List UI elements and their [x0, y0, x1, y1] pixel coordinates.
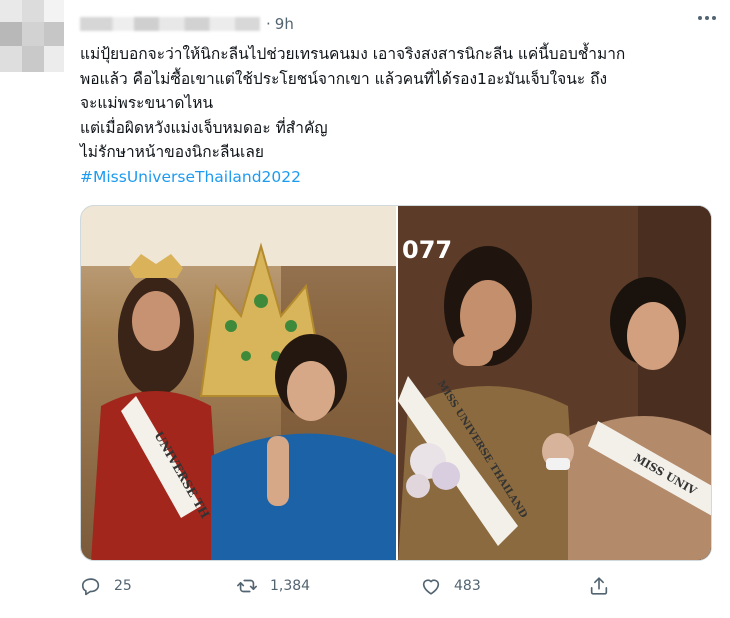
share-icon	[590, 577, 608, 595]
reply-icon	[81, 578, 100, 596]
tweet-header: · 9h	[80, 12, 294, 36]
tweet-timestamp[interactable]: 9h	[275, 15, 294, 33]
avatar-pixel	[44, 46, 64, 72]
reply-count: 25	[114, 578, 132, 594]
tweet-text-line: จะแม่พระขนาดไหน	[80, 94, 214, 112]
share-button[interactable]	[588, 575, 610, 597]
avatar-pixel	[44, 0, 64, 22]
avatar-pixel	[22, 0, 44, 22]
reply-button[interactable]: 25	[80, 575, 132, 597]
avatar-pixel	[0, 0, 22, 22]
avatar-pixel	[22, 46, 44, 72]
retweet-icon	[237, 579, 257, 593]
photo-left[interactable]: UNIVERSE TH	[81, 206, 396, 560]
avatar-pixel	[0, 22, 22, 46]
avatar-pixel	[0, 46, 22, 72]
tweet-text-line: พอแล้ว คือไม่ซื้อเขาแต่ใช้ประโยชน์จากเขา…	[80, 69, 608, 88]
avatar-pixel	[22, 22, 44, 46]
like-count: 483	[454, 578, 481, 594]
action-bar: 25 1,384 483	[80, 575, 640, 605]
hashtag-link[interactable]: #MissUniverseThailand2022	[80, 165, 720, 190]
tweet-media[interactable]: UNIVERSE TH 077 MISS UNIVERSE THAILAND M…	[80, 205, 712, 561]
overlay-number: 077	[402, 236, 453, 264]
photo-left-scene	[81, 206, 396, 560]
retweet-button[interactable]: 1,384	[236, 575, 310, 597]
retweet-count: 1,384	[270, 578, 311, 594]
user-name-redacted[interactable]	[80, 17, 260, 31]
tweet-text-line: แม่ปุ้ยบอกจะว่าให้นิกะลีนไปช่วยเทรนคนมง …	[80, 45, 626, 63]
tweet-text-line: แต่เมื่อผิดหวังแม่งเจ็บหมดอะ ที่สำคัญ	[80, 118, 328, 137]
avatar[interactable]	[0, 0, 64, 72]
heart-icon	[422, 579, 440, 595]
more-icon[interactable]	[698, 16, 716, 20]
tweet-text-line: ไม่รักษาหน้าของนิกะลีนเลย	[80, 143, 264, 161]
tweet-text: แม่ปุ้ยบอกจะว่าให้นิกะลีนไปช่วยเทรนคนมง …	[80, 42, 720, 189]
avatar-pixel	[44, 22, 64, 46]
photo-right[interactable]: 077 MISS UNIVERSE THAILAND MISS UNIV	[398, 206, 711, 560]
separator-dot: ·	[266, 15, 271, 33]
like-button[interactable]: 483	[420, 575, 481, 597]
